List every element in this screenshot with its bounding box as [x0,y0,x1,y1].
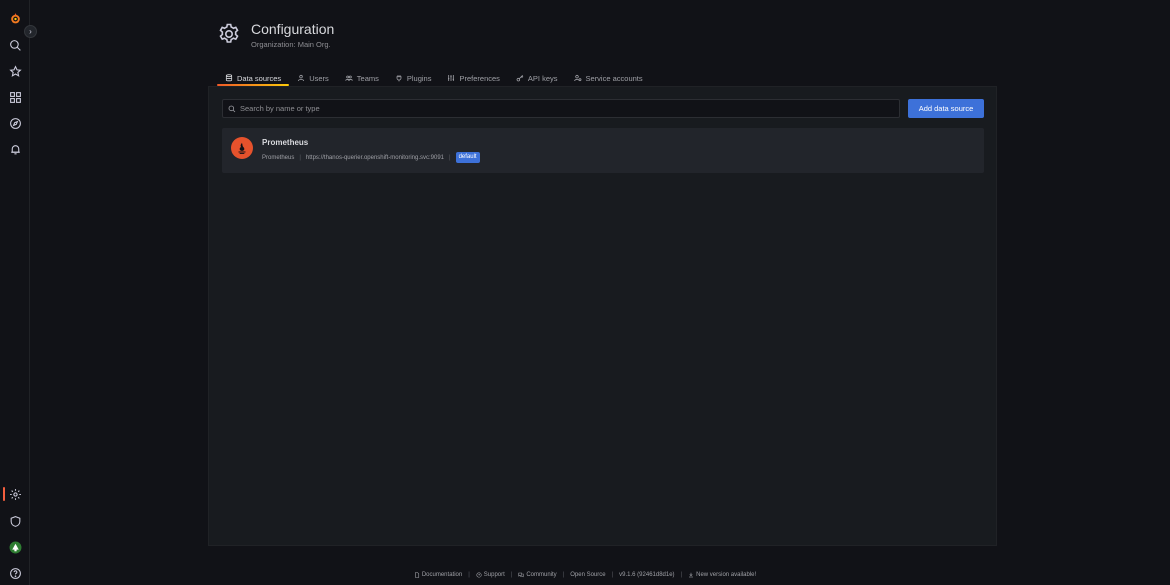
datasource-type: Prometheus [262,154,295,161]
separator: | [449,154,451,161]
footer: Documentation | Support | Community | Op… [0,572,1170,578]
documentation-link[interactable]: Documentation [414,572,462,578]
sliders-icon [448,75,455,81]
tab-users[interactable]: Users [289,67,337,86]
expand-sidebar-button[interactable]: › [24,25,37,38]
support-label: Support [483,572,505,578]
download-icon [689,572,694,578]
separator: | [510,572,513,578]
version-label: v9.1.6 (92461d8d1e) [619,572,675,578]
database-icon [225,74,233,82]
config-tabs: Data sources Users Teams Plugins Prefere… [217,67,651,86]
tab-label: Plugins [406,73,432,83]
star-icon[interactable] [6,62,24,80]
server-admin-shield-icon[interactable] [6,512,24,530]
new-version-label: New version available! [696,572,757,578]
datasource-meta: Prometheus | https://thanos-querier.open… [262,152,480,163]
alerting-bell-icon[interactable] [6,140,24,158]
active-indicator [3,487,5,501]
tab-label: API keys [527,73,558,83]
plug-icon [396,75,402,82]
key-icon [516,75,524,82]
tab-plugins[interactable]: Plugins [387,67,440,86]
search-input[interactable] [240,104,880,113]
datasources-panel: Add data source Prometheus Prometheus | … [208,86,997,546]
user-avatar[interactable] [6,538,24,556]
separator: | [680,572,683,578]
tab-label: Data sources [237,73,282,83]
document-icon [415,572,419,578]
tab-label: Service accounts [585,73,643,83]
support-link[interactable]: Support [476,572,505,578]
datasource-name: Prometheus [262,138,309,147]
tab-label: Preferences [459,73,500,83]
tab-service-accounts[interactable]: Service accounts [566,67,651,86]
separator: | [562,572,565,578]
service-account-icon [573,74,581,82]
open-source-label: Open Source [570,572,606,578]
dashboards-icon[interactable] [6,88,24,106]
users-icon [345,75,353,81]
documentation-label: Documentation [421,572,463,578]
tab-teams[interactable]: Teams [337,67,387,86]
tab-label: Teams [356,73,379,83]
default-badge: default [455,152,480,163]
tab-preferences[interactable]: Preferences [439,67,507,86]
tab-label: Users [309,73,329,83]
separator: | [299,154,301,161]
configuration-cog-icon [219,23,239,43]
new-version-link[interactable]: New version available! [688,572,756,578]
open-source-link[interactable]: Open Source [570,572,605,578]
tab-data-sources[interactable]: Data sources [217,67,290,86]
page-header: Configuration Organization: Main Org. [217,20,334,49]
prometheus-logo-icon [231,137,253,159]
datasource-card-prometheus[interactable]: Prometheus Prometheus | https://thanos-q… [222,128,984,173]
add-data-source-button[interactable]: Add data source [908,99,984,118]
page-title: Configuration [251,21,335,37]
question-circle-icon [476,572,482,578]
datasource-url: https://thanos-querier.openshift-monitor… [305,154,445,161]
separator: | [611,572,614,578]
sidebar: › [0,0,37,585]
search-box[interactable] [222,99,900,118]
community-label: Community [526,572,557,578]
search-icon[interactable] [6,36,24,54]
explore-compass-icon[interactable] [6,114,24,132]
tab-api-keys[interactable]: API keys [508,67,566,86]
configuration-gear-icon[interactable] [6,485,24,503]
user-icon [298,74,305,82]
search-icon [228,105,236,112]
separator: | [468,572,470,578]
community-link[interactable]: Community [518,572,557,578]
comments-icon [518,572,524,578]
grafana-logo-icon[interactable] [6,9,24,27]
page-subtitle: Organization: Main Org. [251,40,331,49]
